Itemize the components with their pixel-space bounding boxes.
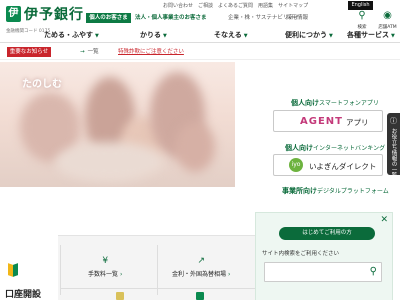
- agent-logo: AGENT: [300, 116, 343, 127]
- chart-up-icon: ↗: [197, 256, 205, 266]
- business-heading: 事業所向けデジタルプラットフォーム: [282, 186, 400, 196]
- notice-list-link[interactable]: → 一覧: [80, 47, 99, 57]
- nav-borrow[interactable]: かりる ▼: [140, 30, 167, 40]
- agent-heading-rest: スマートフォンアプリ: [319, 100, 379, 107]
- site-search-input[interactable]: ⚲: [264, 262, 382, 282]
- bank-name: 伊予銀行: [24, 7, 84, 23]
- nav-insurance[interactable]: そなえる ▼: [214, 30, 248, 40]
- hero-figure-6: [175, 122, 215, 172]
- tab-business[interactable]: 法人・個人事業主のお客さま: [135, 13, 207, 23]
- main-nav: ためる・ふやす ▼ かりる ▼ そなえる ▼ 便利につかう ▼ 各種サービス ▼: [0, 27, 400, 43]
- info-icon: ⓘ: [390, 117, 397, 125]
- tab-recruit[interactable]: 採用情報: [286, 13, 308, 23]
- hero-figure-5: [55, 142, 165, 182]
- site-search-label: サイト内検索をご利用ください: [262, 251, 340, 257]
- nav-label: かりる: [140, 31, 161, 39]
- first-time-user-button[interactable]: はじめてご利用の方: [279, 227, 375, 240]
- document-icon: [116, 292, 124, 300]
- fraud-warning-link[interactable]: 特殊詐欺にご注意ください: [118, 47, 184, 57]
- nav-label: ためる・ふやす: [44, 31, 93, 39]
- hero-caption: たのしむ: [22, 79, 62, 90]
- iyogin-direct-icon: iyo: [289, 158, 303, 172]
- yen-icon: ¥: [102, 256, 109, 266]
- rates-label: 金利・外国為替相場: [172, 271, 227, 278]
- tab-personal[interactable]: 個人のお客さま: [86, 13, 131, 23]
- fee-list-label: 手数料一覧: [88, 271, 119, 278]
- business-heading-rest: デジタルプラットフォーム: [317, 188, 389, 195]
- important-notice-button[interactable]: 重要なお知らせ: [7, 47, 51, 57]
- account-open-label: 口座開設: [5, 290, 42, 300]
- util-link-faq[interactable]: よくあるご質問: [218, 2, 253, 11]
- util-link-consult[interactable]: ご相談: [198, 2, 213, 11]
- iyogin-direct-button[interactable]: iyo いよぎんダイレクト: [273, 154, 383, 176]
- arrow-right-icon: →: [80, 49, 85, 55]
- rates-link[interactable]: ↗ 金利・外国為替相場 ›: [172, 256, 230, 278]
- direct-heading: 個人向けインターネットバンキング: [285, 143, 400, 153]
- hero-banner[interactable]: たのしむ: [0, 62, 235, 187]
- notice-row: 重要なお知らせ → 一覧 特殊詐欺にご注意ください: [0, 45, 400, 60]
- close-icon[interactable]: ✕: [380, 215, 388, 225]
- chevron-down-icon: ▼: [163, 33, 167, 39]
- chevron-right-icon: ›: [120, 271, 123, 278]
- nav-convenient[interactable]: 便利につかう ▼: [285, 30, 333, 40]
- divider: [60, 288, 255, 289]
- fee-list-link[interactable]: ¥ 手数料一覧 ›: [88, 256, 122, 278]
- side-tab-label: お役立ち情報の一覧: [390, 128, 397, 178]
- nav-save-invest[interactable]: ためる・ふやす ▼: [44, 30, 99, 40]
- location-pin-icon: ◉: [383, 10, 392, 21]
- agent-app-button[interactable]: AGENT アプリ: [273, 110, 383, 132]
- chevron-right-icon: ›: [228, 271, 231, 278]
- app-column: 個人向けスマートフォンアプリ AGENT アプリ 個人向けインターネットバンキン…: [265, 62, 400, 212]
- english-button[interactable]: English: [348, 1, 373, 10]
- search-icon: ⚲: [358, 10, 366, 21]
- direct-heading-rest: インターネットバンキング: [313, 145, 386, 152]
- chevron-down-icon: ▼: [95, 33, 99, 39]
- direct-heading-strong: 個人向け: [285, 144, 313, 152]
- notice-list-label: 一覧: [87, 49, 99, 55]
- nav-label: 各種サービス: [347, 31, 389, 39]
- agent-heading: 個人向けスマートフォンアプリ: [291, 98, 400, 108]
- chat-search-panel: ✕ はじめてご利用の方 サイト内検索をご利用ください ⚲: [255, 212, 393, 300]
- calculator-icon: [196, 292, 204, 300]
- logo-mark-icon: 伊: [6, 6, 21, 22]
- chevron-down-icon: ▼: [329, 33, 333, 39]
- search-icon[interactable]: ⚲: [370, 266, 377, 278]
- chevron-down-icon: ▼: [243, 33, 248, 39]
- agent-heading-strong: 個人向け: [291, 99, 319, 107]
- util-link-glossary[interactable]: 用語集: [258, 2, 273, 11]
- util-link-sitemap[interactable]: サイトマップ: [278, 2, 308, 11]
- nav-services[interactable]: 各種サービス ▼: [347, 30, 395, 40]
- beginner-mark-icon: [8, 263, 18, 277]
- nav-label: そなえる: [214, 31, 242, 39]
- audience-tabs: 個人のお客さま 法人・個人事業主のお客さま 企業・株・サステナビリティ 採用情報: [86, 13, 342, 23]
- chevron-down-icon: ▼: [391, 33, 395, 39]
- nav-label: 便利につかう: [285, 31, 327, 39]
- utility-links: お問い合わせ ご相談 よくあるご質問 用語集 サイトマップ: [163, 2, 335, 11]
- iyogin-direct-label: いよぎんダイレクト: [309, 162, 377, 171]
- agent-app-label: アプリ: [346, 118, 369, 127]
- business-heading-strong: 事業所向け: [282, 187, 317, 195]
- util-link-contact[interactable]: お問い合わせ: [163, 2, 193, 11]
- useful-info-side-tab[interactable]: ⓘ お役立ち情報の一覧: [387, 113, 400, 178]
- page: 伊 伊予銀行 金融機関コード 0175 お問い合わせ ご相談 よくあるご質問 用…: [0, 0, 400, 300]
